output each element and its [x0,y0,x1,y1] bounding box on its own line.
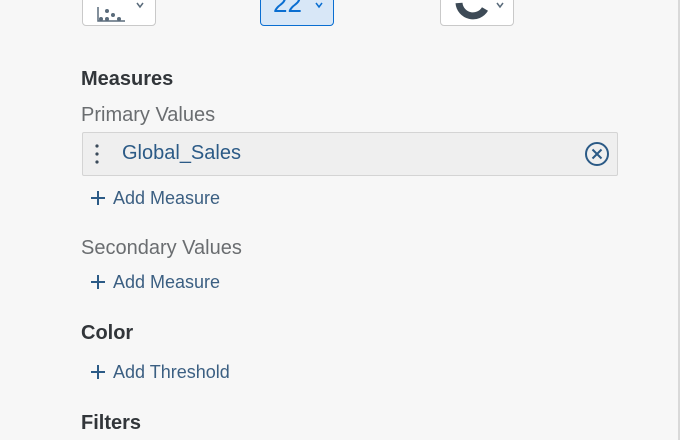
measures-title: Measures [81,68,174,90]
chart-type-numeric-point-button[interactable]: 22 [260,0,334,26]
numeric-point-icon: 22 [273,0,323,18]
add-threshold-label: Add Threshold [113,361,230,382]
add-secondary-measure-button[interactable]: Add Measure [88,270,220,294]
add-measure-label: Add Measure [113,271,221,292]
plus-icon [91,191,105,205]
plus-icon [91,275,105,289]
chart-type-donut-button[interactable] [440,0,514,26]
svg-text:22: 22 [273,0,302,18]
drag-handle-icon[interactable] [93,142,101,166]
measure-token[interactable]: Global_Sales [82,132,618,176]
scatter-chart-icon [97,2,144,22]
donut-chart-icon [455,2,504,20]
filters-title: Filters [81,412,142,434]
remove-circle-icon[interactable] [583,140,611,168]
builder-panel: 22 Measures Primary Values Global_Sales … [0,0,680,440]
add-measure-label: Add Measure [113,187,221,208]
plus-icon [91,365,105,379]
add-threshold-button[interactable]: Add Threshold [88,360,230,384]
chart-type-scatter-button[interactable] [82,0,156,26]
color-title: Color [81,322,134,344]
add-primary-measure-button[interactable]: Add Measure [88,186,220,210]
secondary-values-label: Secondary Values [81,237,242,259]
primary-values-label: Primary Values [81,104,216,126]
measure-name: Global_Sales [122,142,241,164]
